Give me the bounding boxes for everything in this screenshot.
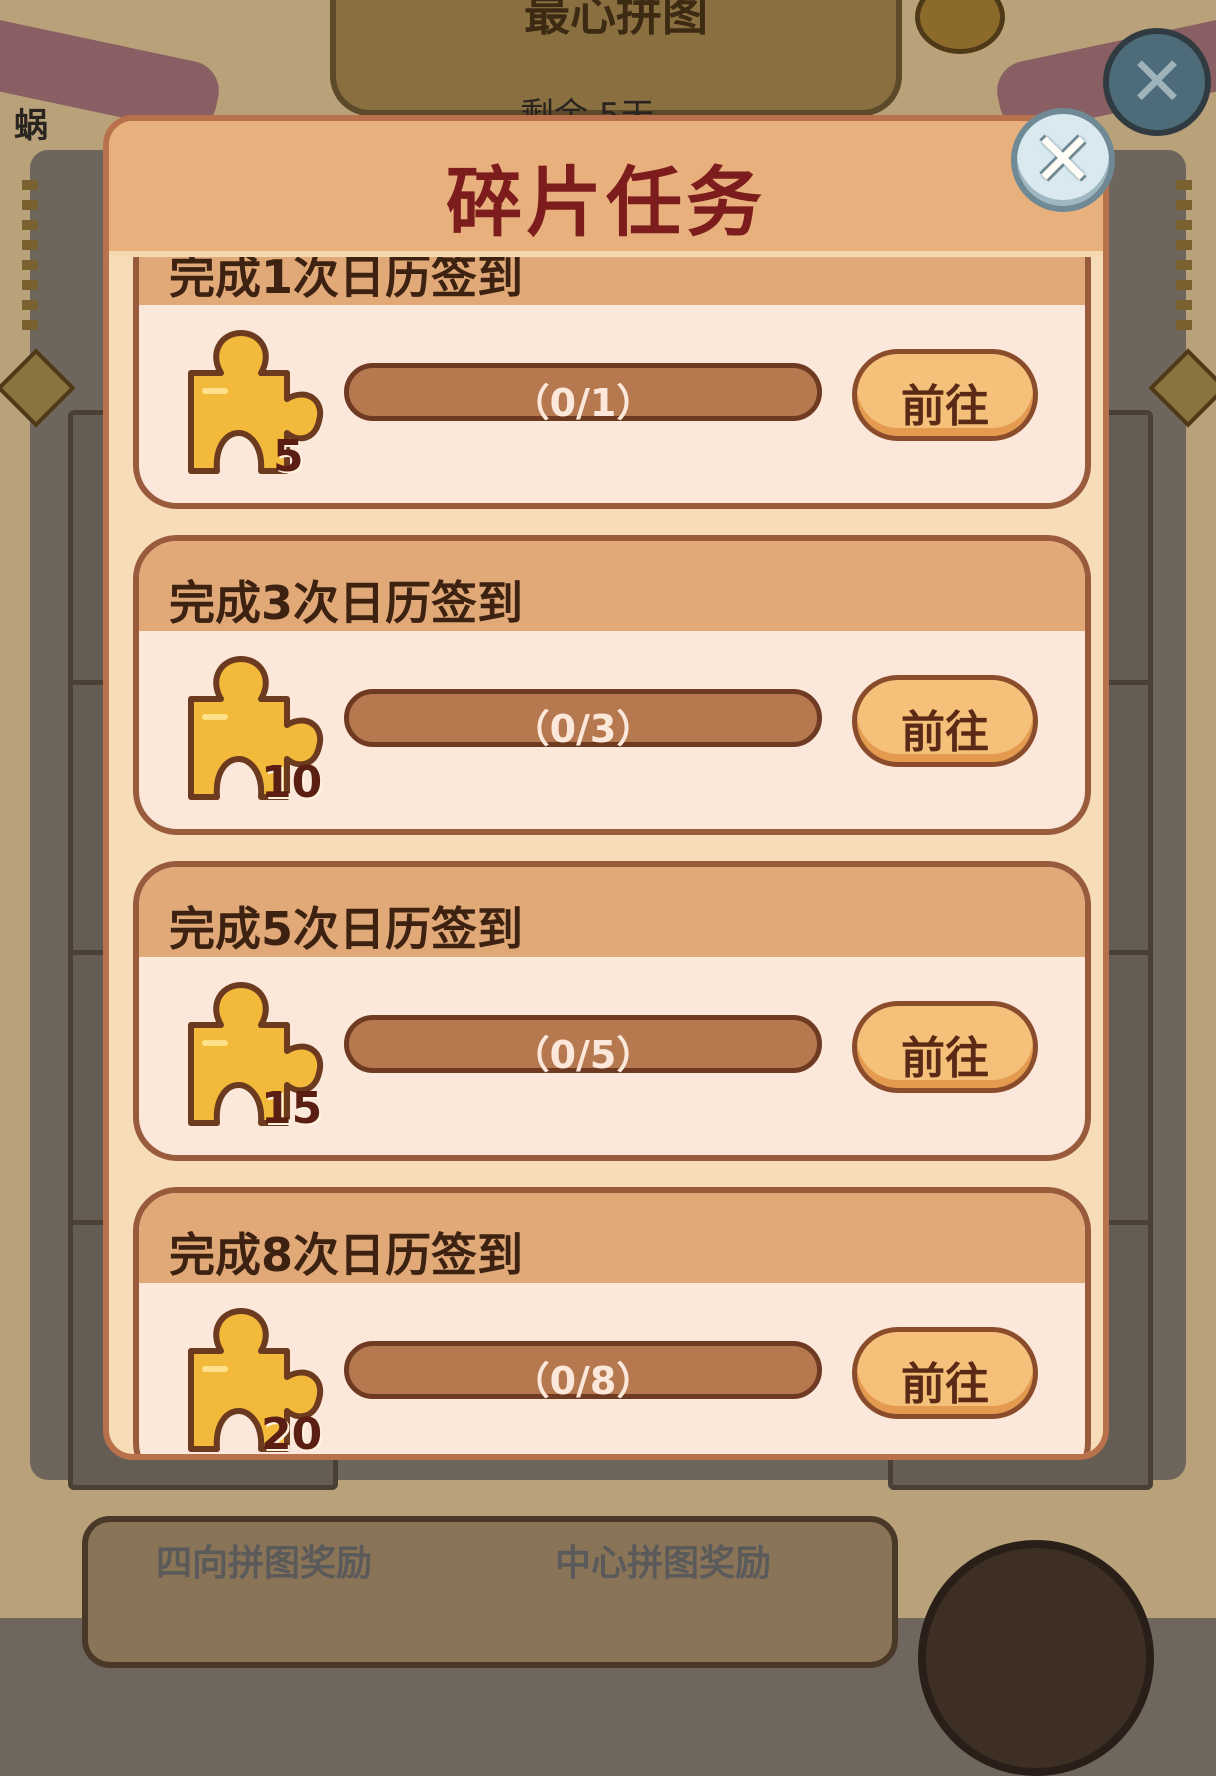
fragment-task-modal: 碎片任务 完成1次日历签到 5 （0/1） 前往 完成3次日历签到 10 （0/… xyxy=(103,115,1109,1460)
go-button-label: 前往 xyxy=(901,1033,989,1084)
task-title: 完成1次日历签到 xyxy=(169,257,524,304)
task-card: 完成5次日历签到 15 （0/5） 前往 xyxy=(133,861,1091,1161)
background-title: 最心拼图 xyxy=(524,0,708,41)
progress-bar: （0/5） xyxy=(344,1015,822,1077)
task-card-header: 完成3次日历签到 xyxy=(139,541,1085,631)
go-button[interactable]: 前往 xyxy=(852,675,1038,767)
coin-icon xyxy=(915,0,1005,54)
modal-title: 碎片任务 xyxy=(446,158,766,247)
progress-bar: （0/8） xyxy=(344,1341,822,1403)
go-button[interactable]: 前往 xyxy=(852,1327,1038,1419)
go-button[interactable]: 前往 xyxy=(852,349,1038,441)
reward-count: 5 xyxy=(273,431,304,482)
task-list[interactable]: 完成1次日历签到 5 （0/1） 前往 完成3次日历签到 10 （0/3） 前往… xyxy=(109,257,1103,1460)
task-card-header: 完成5次日历签到 xyxy=(139,867,1085,957)
task-card-header: 完成8次日历签到 xyxy=(139,1193,1085,1283)
task-title: 完成3次日历签到 xyxy=(169,576,524,630)
go-button-label: 前往 xyxy=(901,707,989,758)
background-close-icon[interactable]: ✕ xyxy=(1103,28,1211,136)
progress-text: （0/1） xyxy=(511,381,655,425)
go-button-label: 前往 xyxy=(901,381,989,432)
right-chain-decoration xyxy=(1176,180,1192,330)
progress-text: （0/3） xyxy=(511,707,655,751)
reward-count: 10 xyxy=(261,757,323,808)
progress-text: （0/8） xyxy=(511,1359,655,1403)
go-button-label: 前往 xyxy=(901,1359,989,1410)
progress-bar: （0/1） xyxy=(344,363,822,425)
task-title: 完成5次日历签到 xyxy=(169,902,524,956)
progress-bar: （0/3） xyxy=(344,689,822,751)
modal-header: 碎片任务 xyxy=(109,121,1103,257)
task-card: 完成3次日历签到 10 （0/3） 前往 xyxy=(133,535,1091,835)
close-icon[interactable]: ✕ xyxy=(1011,108,1115,212)
background-left-label: 蜗 xyxy=(14,106,48,146)
task-card: 完成8次日历签到 20 （0/8） 前往 xyxy=(133,1187,1091,1460)
reward-count: 15 xyxy=(261,1083,323,1134)
task-card-header: 完成1次日历签到 xyxy=(139,257,1085,305)
task-card: 完成1次日历签到 5 （0/1） 前往 xyxy=(133,257,1091,509)
task-title: 完成8次日历签到 xyxy=(169,1228,524,1282)
four-way-reward-label: 四向拼图奖励 xyxy=(156,1543,373,1584)
go-button[interactable]: 前往 xyxy=(852,1001,1038,1093)
left-chain-decoration xyxy=(22,180,38,330)
puzzle-piece-icon xyxy=(188,330,324,474)
center-reward-label: 中心拼图奖励 xyxy=(555,1543,772,1584)
reward-count: 20 xyxy=(261,1409,323,1460)
progress-text: （0/5） xyxy=(511,1033,655,1077)
background-circle-button xyxy=(918,1540,1154,1776)
